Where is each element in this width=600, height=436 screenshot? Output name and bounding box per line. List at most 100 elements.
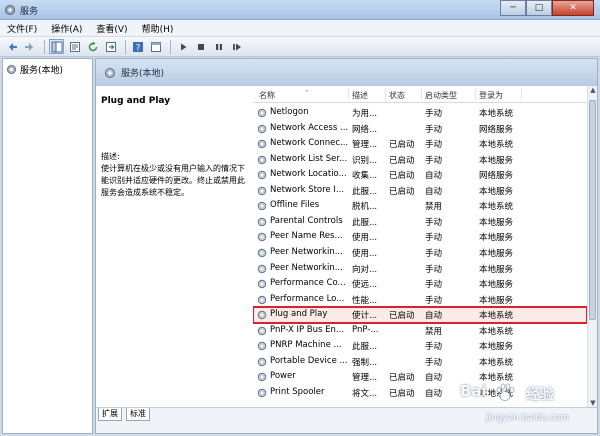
- service-gear-icon: [257, 233, 267, 242]
- column-name[interactable]: 名称 ⌃: [259, 89, 310, 101]
- table-row[interactable]: PNRP Machine ... 此服... 手动 本地服务: [253, 338, 587, 354]
- restart-service-icon[interactable]: [229, 39, 244, 54]
- back-icon[interactable]: [4, 39, 19, 54]
- column-divider: [421, 88, 422, 101]
- service-startup-type: 手动: [425, 280, 443, 291]
- table-row[interactable]: Network Locatio... 收集... 已启动 自动 网络服务: [253, 167, 587, 183]
- export-icon[interactable]: [103, 39, 118, 54]
- service-name: Power: [270, 371, 296, 382]
- table-row[interactable]: Portable Device ... 强制... 手动 本地系统: [253, 354, 587, 370]
- forward-icon[interactable]: [22, 39, 37, 54]
- service-logon-as: 本地服务: [479, 342, 514, 353]
- table-row[interactable]: Network List Ser... 识别... 已启动 手动 本地服务: [253, 152, 587, 168]
- service-logon-as: 本地系统: [479, 140, 514, 151]
- services-list: 名称 ⌃ 描述 状态 启动类型 登录为 Netlogon 为用... 手动 本地系统 Ne…: [253, 86, 587, 409]
- tab-standard[interactable]: 标准: [126, 408, 150, 421]
- toolbar-separator: [170, 39, 171, 54]
- service-name: Parental Controls: [270, 215, 343, 226]
- column-startup-type[interactable]: 启动类型: [425, 90, 457, 101]
- service-startup-type: 手动: [425, 357, 443, 368]
- toolbar-separator: [44, 39, 45, 54]
- properties-icon[interactable]: [67, 39, 82, 54]
- table-row[interactable]: Network Store I... 此服... 已启动 自动 本地服务: [253, 183, 587, 199]
- show-tree-icon[interactable]: [49, 39, 64, 54]
- column-logon-as[interactable]: 登录为: [479, 90, 503, 101]
- service-logon-as: 本地系统: [479, 311, 514, 322]
- gear-icon: [105, 67, 115, 78]
- service-description: 为用...: [352, 109, 378, 119]
- table-row[interactable]: Peer Networkin... 使用... 手动 本地服务: [253, 245, 587, 261]
- service-logon-as: 本地服务: [479, 264, 514, 275]
- menu-help[interactable]: 帮助(H): [135, 22, 181, 35]
- service-startup-type: 手动: [425, 295, 443, 306]
- table-row[interactable]: Offline Files 脱机... 禁用 本地系统: [253, 198, 587, 214]
- service-description: 使用...: [352, 233, 378, 244]
- tree-item-services-local[interactable]: 服务(本地): [6, 63, 63, 76]
- service-description: 网络...: [352, 124, 378, 135]
- table-row[interactable]: Peer Name Res... 使用... 手动 本地服务: [253, 229, 587, 245]
- scroll-up-icon[interactable]: ▲: [588, 86, 598, 96]
- service-startup-type: 手动: [425, 264, 443, 275]
- toolbar: ?: [0, 37, 600, 57]
- table-row[interactable]: PnP-X IP Bus En... PnP-... 禁用 本地系统: [253, 323, 587, 339]
- service-startup-type: 自动: [425, 373, 443, 384]
- service-logon-as: 本地服务: [479, 217, 514, 228]
- service-logon-as: 本地服务: [479, 155, 514, 166]
- scroll-thumb[interactable]: [589, 100, 596, 320]
- table-row[interactable]: Performance Lo... 性能... 手动 本地服务: [253, 292, 587, 308]
- table-row[interactable]: Parental Controls 此服... 手动 本地服务: [253, 214, 587, 230]
- service-gear-icon: [257, 108, 267, 118]
- service-description: 强制...: [352, 357, 378, 368]
- menu-view[interactable]: 查看(V): [89, 22, 134, 35]
- service-description: 使计...: [352, 311, 378, 322]
- paw-icon: [496, 383, 515, 401]
- service-name: Network Locatio...: [270, 169, 347, 180]
- table-row[interactable]: Plug and Play 使计... 已启动 自动 本地系统: [253, 306, 587, 324]
- gear-icon: [7, 65, 16, 74]
- service-startup-type: 禁用: [425, 326, 443, 337]
- service-status: 已启动: [389, 388, 415, 399]
- column-description[interactable]: 描述: [352, 90, 368, 101]
- main-pane: 服务(本地) Plug and Play 描述: 使计算机在极少或没有用户输入的…: [95, 58, 598, 434]
- console-icon[interactable]: [148, 39, 163, 54]
- menu-file[interactable]: 文件(F): [0, 22, 44, 35]
- minimize-button[interactable]: ─: [500, 0, 526, 16]
- service-status: 已启动: [389, 373, 415, 384]
- pause-service-icon[interactable]: [211, 39, 226, 54]
- start-service-icon[interactable]: [175, 39, 190, 54]
- service-gear-icon: [257, 248, 267, 258]
- description-panel: Plug and Play 描述: 使计算机在极少或没有用户输入的情况下能识别并…: [96, 86, 250, 406]
- service-status: 已启动: [389, 155, 415, 166]
- service-description: 使远...: [352, 280, 378, 291]
- menu-action[interactable]: 操作(A): [44, 22, 89, 35]
- tree-pane: 服务(本地): [2, 58, 93, 434]
- selected-service-name: Plug and Play: [101, 96, 171, 106]
- maximize-button[interactable]: □: [526, 0, 552, 16]
- column-divider: [348, 88, 349, 101]
- service-name: Peer Networkin...: [270, 262, 343, 273]
- help-icon[interactable]: ?: [130, 39, 145, 54]
- column-status[interactable]: 状态: [389, 90, 405, 101]
- service-name: Peer Name Res...: [270, 231, 343, 242]
- table-row[interactable]: Network Access ... 网络... 手动 网络服务: [253, 121, 587, 137]
- vertical-scrollbar[interactable]: ▲ ▼: [587, 86, 597, 409]
- service-gear-icon: [257, 139, 267, 149]
- tab-extended[interactable]: 扩展: [98, 408, 122, 421]
- service-name: Performance Lo...: [270, 293, 345, 304]
- title-bar: 服务 ─ □ ✕: [0, 0, 600, 20]
- table-row[interactable]: Netlogon 为用... 手动 本地系统: [253, 105, 587, 121]
- table-row[interactable]: Performance Co... 使远... 手动 本地服务: [253, 276, 587, 292]
- service-status: 已启动: [389, 140, 415, 151]
- service-startup-type: 手动: [425, 248, 443, 259]
- close-button[interactable]: ✕: [552, 0, 594, 16]
- refresh-icon[interactable]: [85, 39, 100, 54]
- table-row[interactable]: Peer Networkin... 向对... 手动 本地服务: [253, 261, 587, 277]
- stop-service-icon[interactable]: [193, 39, 208, 54]
- table-row[interactable]: Network Connec... 管理... 已启动 手动 本地系统: [253, 136, 587, 152]
- service-description: 向对...: [352, 264, 378, 275]
- service-gear-icon: [257, 310, 267, 320]
- service-description: PnP-...: [352, 324, 379, 335]
- service-name: Network Store I...: [270, 184, 344, 195]
- service-name: Network List Ser...: [270, 153, 348, 164]
- service-logon-as: 本地服务: [479, 248, 514, 259]
